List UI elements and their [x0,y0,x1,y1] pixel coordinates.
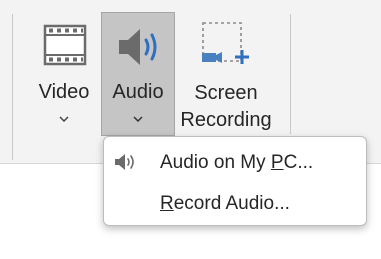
screen-recording-icon [202,22,249,64]
menu-item-audio-on-my-pc[interactable]: Audio on My PC... [104,142,366,182]
access-key: P [270,152,284,173]
screen-recording-label-line2: Recording [180,109,272,131]
menu-label-text: C... [283,152,314,173]
video-button[interactable]: Video [28,12,100,136]
access-key: R [160,193,174,214]
video-label: Video [38,81,90,103]
film-strip-icon [43,24,87,66]
menu-item-record-audio[interactable]: Record Audio... [104,183,366,223]
screen-recording-label-line1: Screen [194,82,258,104]
menu-item-label: Audio on My PC... [160,151,313,175]
audio-dropdown-menu: Audio on My PC... Record Audio... [103,136,367,226]
chevron-down-icon [133,116,143,122]
ribbon-separator [12,14,13,160]
chevron-down-icon [59,116,69,122]
ribbon-separator [290,14,291,134]
speaker-icon [115,154,134,170]
menu-label-text: ecord Audio... [173,193,290,214]
menu-item-label: Record Audio... [160,192,290,216]
audio-button[interactable]: Audio [101,12,175,136]
speaker-icon [119,29,157,65]
audio-label: Audio [112,81,164,103]
screen-recording-button[interactable]: Screen Recording [176,12,276,136]
menu-label-text: Audio on My [160,152,271,173]
